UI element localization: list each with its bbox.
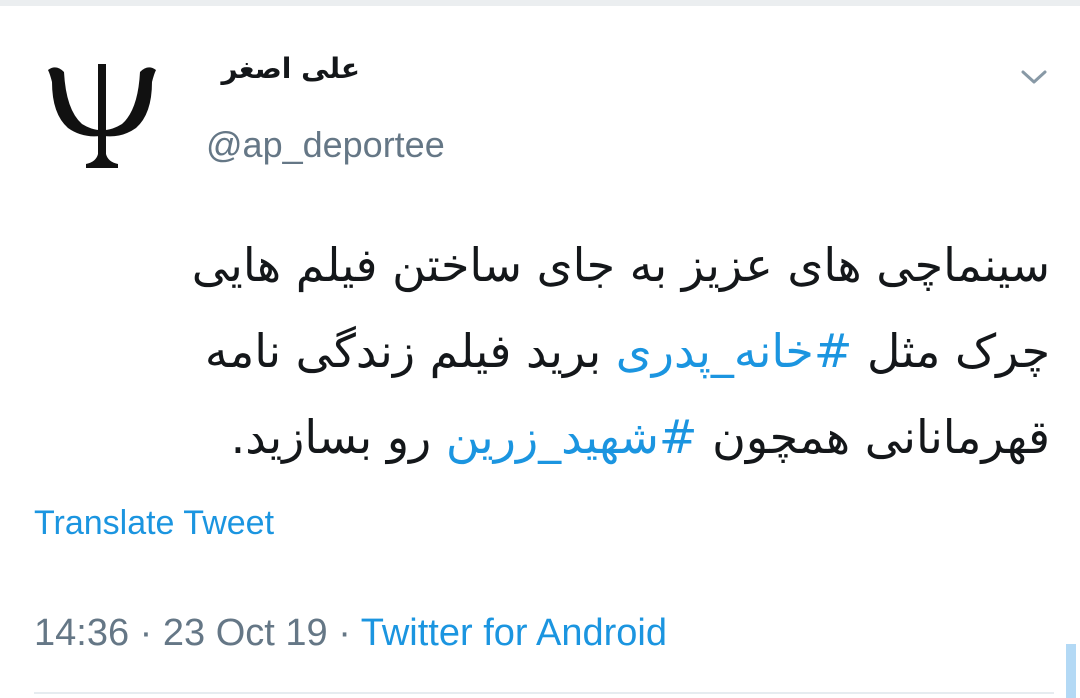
tweet-text-segment: برید فیلم زندگی نامه: [204, 324, 602, 378]
tweet-text-line-1: سینماچی های عزیز به جای ساختن فیلم هایی: [191, 238, 1050, 292]
avatar[interactable]: [32, 40, 172, 180]
tweet-text-line-2: چرک مثل #خانه_پدری برید فیلم زندگی نامه: [60, 308, 1050, 394]
tweet-date: 23 Oct 19: [162, 612, 328, 654]
chevron-down-icon: [1021, 70, 1047, 84]
scroll-indicator: [1066, 644, 1076, 698]
user-handle[interactable]: @ap_deportee: [206, 124, 445, 166]
hashtag-link[interactable]: #شهید_زرین: [446, 410, 698, 464]
hashtag-link[interactable]: #خانه_پدری: [616, 324, 853, 378]
tweet-source-link[interactable]: Twitter for Android: [361, 612, 667, 654]
meta-separator: ·: [338, 612, 351, 654]
tweet-menu-button[interactable]: [1014, 62, 1054, 92]
tweet-metadata: 14:36 · 23 Oct 19 · Twitter for Android: [34, 612, 667, 655]
tweet-text-segment: چرک مثل: [867, 324, 1050, 378]
translate-tweet-link[interactable]: Translate Tweet: [34, 504, 274, 543]
bottom-divider: [34, 692, 1054, 694]
tweet-text-line-3: قهرمانانی همچون #شهید_زرین رو بسازید.: [60, 394, 1050, 480]
display-name[interactable]: علی اصغر: [200, 52, 360, 85]
tweet-card: علی اصغر @ap_deportee سینماچی های عزیز ب…: [0, 0, 1080, 698]
tweet-text-segment: رو بسازید.: [230, 410, 432, 464]
tweet-time: 14:36: [34, 612, 130, 654]
tweet-text-segment: قهرمانانی همچون: [712, 410, 1050, 464]
tweet-text: سینماچی های عزیز به جای ساختن فیلم هایی …: [60, 222, 1050, 480]
meta-separator: ·: [139, 612, 153, 654]
psi-logo-icon: [48, 64, 156, 168]
